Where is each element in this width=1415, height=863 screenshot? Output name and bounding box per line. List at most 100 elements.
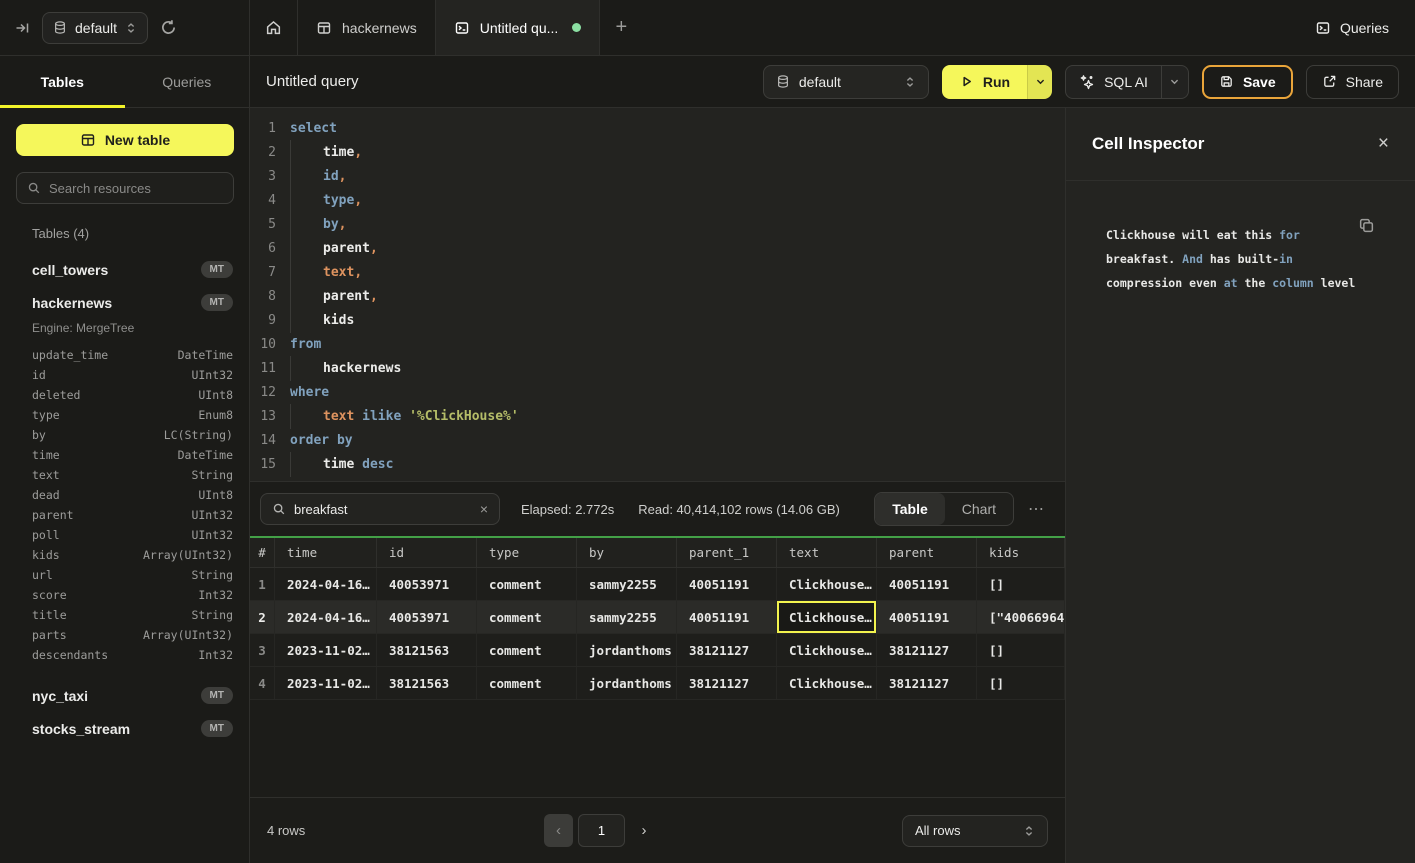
column-row: textString [32, 465, 233, 485]
more-options-icon[interactable]: ⋯ [1024, 495, 1049, 523]
table-cell[interactable]: 38121127 [677, 634, 777, 666]
database-icon [776, 74, 790, 89]
table-row[interactable]: 32023-11-02…38121563commentjordanthoms38… [250, 634, 1065, 667]
current-page-indicator[interactable]: 1 [578, 814, 625, 847]
run-options-dropdown[interactable] [1027, 65, 1052, 99]
table-cell[interactable]: 38121127 [677, 667, 777, 699]
column-header[interactable]: time [275, 538, 377, 567]
cell-value-line: Clickhouse will eat this for [1106, 223, 1375, 247]
code-line: 10from [250, 332, 1065, 356]
table-cell[interactable]: Clickhouse… [777, 634, 877, 666]
table-cell[interactable]: 38121563 [377, 667, 477, 699]
table-cell[interactable]: comment [477, 634, 577, 666]
page-title: Untitled query [266, 73, 359, 90]
code-line: 5by, [250, 212, 1065, 236]
sql-ai-dropdown[interactable] [1161, 66, 1188, 98]
copy-icon[interactable] [1358, 217, 1375, 234]
table-cell[interactable]: 2023-11-02… [275, 634, 377, 666]
play-icon [959, 74, 974, 89]
sidebar-table-stocks-stream[interactable]: stocks_stream MT [32, 712, 233, 745]
save-button[interactable]: Save [1202, 65, 1293, 99]
run-label: Run [983, 74, 1010, 90]
column-header[interactable]: kids [977, 538, 1065, 567]
table-cell[interactable]: 38121127 [877, 634, 977, 666]
run-button[interactable]: Run [942, 65, 1027, 99]
tab-untitled-query[interactable]: Untitled qu... [436, 0, 601, 55]
tab-hackernews[interactable]: hackernews [298, 0, 436, 55]
unsaved-indicator-dot [572, 23, 581, 32]
table-cell[interactable]: jordanthoms [577, 634, 677, 666]
query-database-select[interactable]: default [763, 65, 929, 99]
column-header[interactable]: # [250, 538, 275, 567]
table-cell[interactable]: [] [977, 667, 1065, 699]
prev-page-button[interactable]: ‹ [544, 814, 573, 847]
table-cell[interactable]: 40051191 [677, 601, 777, 633]
next-page-button[interactable]: › [630, 814, 658, 847]
table-cell[interactable]: 40051191 [877, 601, 977, 633]
table-cell[interactable]: 40053971 [377, 568, 477, 600]
cell-inspector-body: Clickhouse will eat this forbreakfast. A… [1066, 181, 1415, 295]
table-cell[interactable]: Clickhouse… [777, 667, 877, 699]
terminal-icon [1315, 20, 1331, 36]
sql-ai-button[interactable]: SQL AI [1066, 74, 1161, 90]
column-header[interactable]: parent [877, 538, 977, 567]
sidebar-table-hackernews[interactable]: hackernews MT [32, 286, 233, 319]
sidebar-table-cell-towers[interactable]: cell_towers MT [32, 253, 233, 286]
column-header[interactable]: text [777, 538, 877, 567]
table-cell[interactable]: comment [477, 568, 577, 600]
sidebar-table-nyc-taxi[interactable]: nyc_taxi MT [32, 679, 233, 712]
share-button[interactable]: Share [1306, 65, 1399, 99]
table-cell[interactable]: 38121127 [877, 667, 977, 699]
code-line: 9kids [250, 308, 1065, 332]
view-tab-chart[interactable]: Chart [945, 493, 1013, 525]
close-icon[interactable]: × [1378, 133, 1389, 155]
query-actions: default Run SQL AI Save [763, 65, 1399, 99]
refresh-icon[interactable] [160, 19, 177, 36]
sidebar-tab-queries[interactable]: Queries [125, 56, 250, 107]
code-line: 6parent, [250, 236, 1065, 260]
share-icon [1322, 74, 1337, 89]
cell-value-text: Clickhouse will eat this forbreakfast. A… [1106, 223, 1375, 295]
view-tab-table[interactable]: Table [875, 493, 945, 525]
table-row[interactable]: 22024-04-16…40053971commentsammy22554005… [250, 601, 1065, 634]
table-cell[interactable]: sammy2255 [577, 568, 677, 600]
page-size-select[interactable]: All rows [902, 815, 1048, 847]
topbar-database-select[interactable]: default [42, 12, 148, 44]
table-cell[interactable]: 40051191 [677, 568, 777, 600]
sql-ai-label: SQL AI [1104, 74, 1148, 90]
table-cell[interactable]: [] [977, 568, 1065, 600]
table-cell[interactable]: 40053971 [377, 601, 477, 633]
table-cell[interactable]: Clickhouse… [777, 601, 877, 633]
table-row[interactable]: 42023-11-02…38121563commentjordanthoms38… [250, 667, 1065, 700]
table-cell[interactable]: comment [477, 667, 577, 699]
column-header[interactable]: by [577, 538, 677, 567]
sidebar: New table Tables (4) cell_towers MT hack… [0, 108, 250, 863]
table-cell[interactable]: [] [977, 634, 1065, 666]
queries-button[interactable]: Queries [1315, 20, 1389, 36]
tables-section: Tables (4) cell_towers MT hackernews MT … [16, 226, 233, 745]
table-cell[interactable]: 38121563 [377, 634, 477, 666]
table-cell[interactable]: jordanthoms [577, 667, 677, 699]
results-search-input[interactable] [294, 502, 472, 517]
clear-search-icon[interactable]: × [480, 501, 488, 517]
resource-search-input[interactable] [49, 181, 225, 196]
table-cell[interactable]: ["40066964… [977, 601, 1065, 633]
sidebar-tab-tables[interactable]: Tables [0, 56, 125, 107]
table-cell[interactable]: 40051191 [877, 568, 977, 600]
elapsed-stat: Elapsed: 2.772s [521, 502, 614, 517]
tab-home[interactable] [250, 0, 298, 55]
table-cell[interactable]: sammy2255 [577, 601, 677, 633]
column-header[interactable]: parent_1 [677, 538, 777, 567]
table-cell[interactable]: 2024-04-16… [275, 568, 377, 600]
sidebar-collapse-icon[interactable] [14, 20, 30, 36]
table-cell[interactable]: 2024-04-16… [275, 601, 377, 633]
column-header[interactable]: type [477, 538, 577, 567]
new-table-button[interactable]: New table [16, 124, 234, 156]
table-row[interactable]: 12024-04-16…40053971commentsammy22554005… [250, 568, 1065, 601]
sql-editor[interactable]: 1select2time,3id,4type,5by,6parent,7text… [250, 108, 1065, 481]
table-cell[interactable]: comment [477, 601, 577, 633]
column-header[interactable]: id [377, 538, 477, 567]
table-cell[interactable]: Clickhouse… [777, 568, 877, 600]
table-cell[interactable]: 2023-11-02… [275, 667, 377, 699]
new-tab-button[interactable]: + [600, 0, 642, 55]
